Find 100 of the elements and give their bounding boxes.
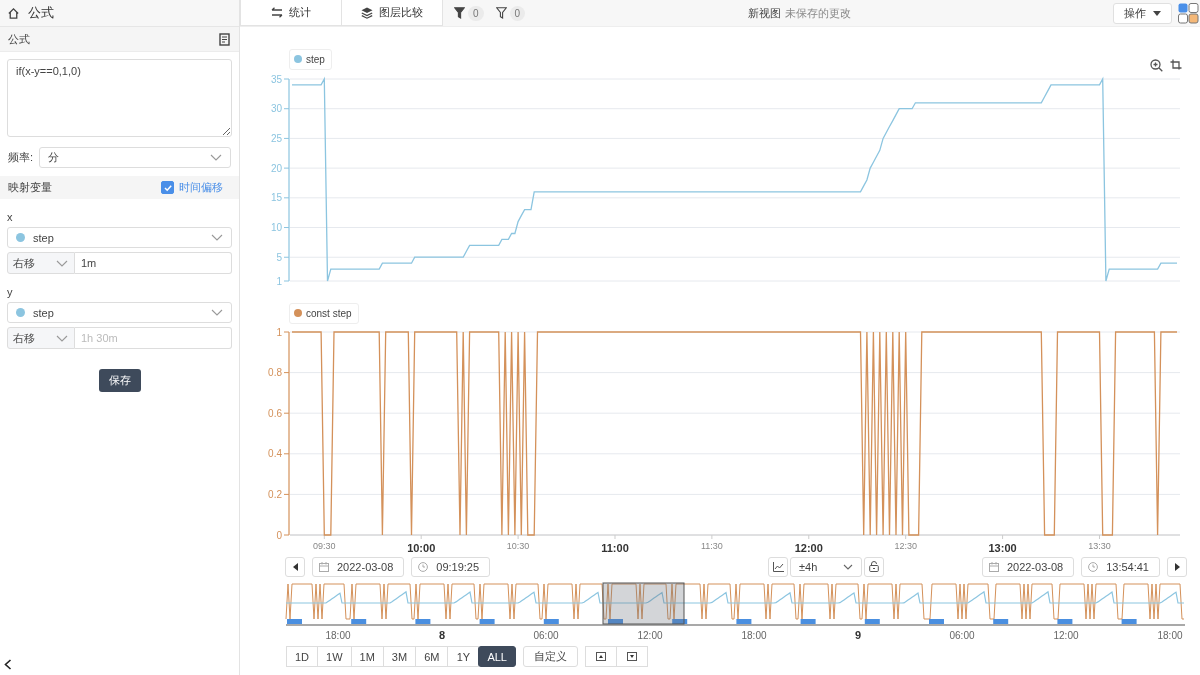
toolbar-tab[interactable]: 图层比较 — [341, 0, 443, 26]
axis-label: 06:00 — [949, 630, 975, 641]
caret-left-icon — [292, 562, 298, 571]
calendar-icon — [988, 561, 999, 572]
caret-down-icon — [627, 652, 637, 661]
shift-input[interactable]: 1m — [75, 252, 232, 274]
series-select[interactable]: step — [7, 302, 232, 323]
x-axis-label: 13:30 — [1088, 541, 1111, 551]
swap-arrows-icon — [271, 7, 283, 18]
chevron-down-icon — [211, 309, 223, 316]
legend-label: const step — [306, 307, 352, 319]
caret-right-icon — [1174, 562, 1180, 571]
legend-chip[interactable]: const step — [289, 302, 359, 324]
clock-icon — [418, 561, 429, 572]
count-badge: 0 — [468, 5, 484, 21]
time-offset-checkbox[interactable] — [161, 181, 174, 194]
axis-label: 9 — [854, 629, 862, 641]
axis-label: 06:00 — [533, 630, 559, 641]
section-title: 公式 — [8, 31, 30, 47]
x-axis-label: 13:00 — [988, 542, 1017, 554]
filter-icon[interactable] — [495, 7, 507, 19]
range-button[interactable]: 1D — [286, 646, 319, 667]
y-axis-label: 5 — [276, 251, 282, 263]
collapse-down-button[interactable] — [616, 646, 648, 667]
calendar-icon — [319, 561, 329, 572]
range-button[interactable]: 3M — [382, 646, 417, 667]
y-axis-label: 35 — [270, 73, 282, 85]
x-axis-label: 11:00 — [601, 542, 629, 554]
x-axis-label: 10:30 — [506, 541, 530, 551]
toolbar-tab[interactable]: 统计 — [240, 0, 342, 26]
y-axis-label: 25 — [270, 132, 282, 144]
y-axis-label: 1 — [276, 326, 282, 338]
x-axis-label: 09:30 — [313, 541, 336, 551]
home-icon[interactable] — [7, 6, 20, 20]
unlocked-padlock-icon — [869, 561, 879, 572]
date-field[interactable]: 2022-03-08 — [312, 556, 405, 577]
date-field[interactable]: 2022-03-08 — [981, 556, 1075, 577]
expand-up-button[interactable] — [585, 646, 617, 667]
count-badge: 0 — [509, 5, 526, 21]
variable-label: y — [7, 286, 14, 298]
next-button[interactable] — [1167, 556, 1187, 577]
x-axis-label: 10:00 — [407, 542, 436, 554]
app-grid-icon[interactable] — [1178, 2, 1199, 24]
y-axis-label: 15 — [270, 192, 282, 204]
x-axis-label: 12:00 — [794, 542, 823, 554]
chart-type-button[interactable] — [768, 556, 788, 577]
range-button[interactable]: 1Y — [447, 646, 480, 667]
time-field[interactable]: 09:19:25 — [411, 556, 491, 577]
shift-input[interactable]: 1h 30m — [75, 327, 232, 349]
y-axis-label: 0.8 — [268, 367, 282, 379]
series-dot — [16, 233, 25, 242]
range-button[interactable]: 1W — [317, 646, 352, 667]
axis-label: 8 — [438, 629, 446, 641]
x-axis-label: 11:30 — [700, 541, 723, 551]
clock-icon — [1088, 561, 1099, 572]
range-selector[interactable] — [602, 582, 685, 625]
shift-select[interactable]: 右移 — [7, 252, 75, 274]
caret-up-icon — [596, 652, 606, 661]
axis-label: 18:00 — [325, 630, 351, 641]
axis-label: 18:00 — [1157, 630, 1183, 641]
y-axis-label: 20 — [270, 162, 282, 174]
save-button[interactable]: 保存 — [98, 369, 141, 392]
range-button[interactable]: 6M — [415, 646, 449, 667]
chevron-down-icon — [211, 234, 223, 241]
zoom-in-icon[interactable] — [1150, 58, 1163, 72]
document-icon[interactable] — [219, 32, 231, 46]
custom-range-button[interactable]: 自定义 — [523, 646, 578, 667]
crop-icon[interactable] — [1170, 58, 1182, 71]
chevron-down-icon — [56, 334, 68, 342]
formula-input[interactable]: if(x-y==0,1,0) — [7, 59, 232, 137]
chevron-down-icon — [56, 259, 68, 267]
y-axis-label: 0.2 — [268, 488, 282, 500]
line-chart-icon — [772, 561, 784, 572]
lock-button[interactable] — [864, 556, 884, 577]
y-axis-label: 0 — [276, 529, 282, 541]
previous-button[interactable] — [285, 556, 305, 577]
section-title: 映射变量 — [8, 180, 52, 195]
window-select[interactable]: ±4h — [790, 556, 862, 577]
time-field[interactable]: 13:54:41 — [1081, 556, 1160, 577]
shift-select[interactable]: 右移 — [7, 327, 75, 349]
range-button[interactable]: ALL — [478, 646, 516, 667]
frequency-label: 频率: — [8, 150, 34, 165]
axis-label: 12:00 — [637, 630, 663, 641]
actions-menu-button[interactable]: 操作 — [1113, 2, 1172, 24]
frequency-select[interactable]: 分 — [39, 147, 231, 168]
x-axis-label: 12:30 — [894, 541, 917, 551]
series-dot — [16, 308, 25, 317]
legend-chip[interactable]: step — [289, 48, 332, 70]
range-button[interactable]: 1M — [350, 646, 384, 667]
axis-label: 18:00 — [741, 630, 767, 641]
y-axis-label: 1 — [276, 275, 282, 287]
panel-title: 公式 — [28, 4, 54, 22]
view-name: 新视图 — [747, 5, 781, 21]
y-axis-label: 0.6 — [268, 407, 282, 419]
chevron-left-icon[interactable] — [4, 659, 12, 670]
filter-icon[interactable] — [454, 7, 465, 19]
variable-label: x — [7, 211, 14, 223]
series-select[interactable]: step — [7, 227, 232, 248]
chevron-down-icon — [843, 563, 853, 570]
layers-icon — [361, 6, 373, 19]
